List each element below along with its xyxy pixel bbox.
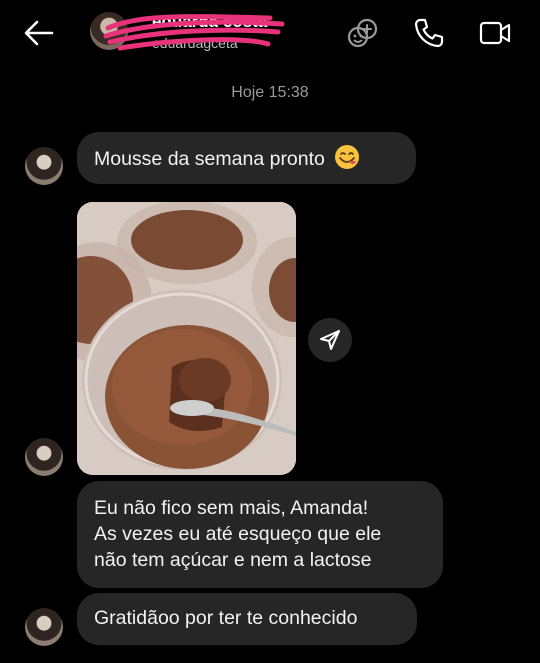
message-bubble[interactable]: Eu não fico sem mais, Amanda! As vezes e… bbox=[77, 481, 443, 588]
share-button[interactable] bbox=[308, 318, 352, 362]
message-text: Gratidãoo por ter te conhecido bbox=[94, 607, 358, 629]
message-bubble[interactable]: Gratidãoo por ter te conhecido bbox=[77, 593, 417, 645]
yum-face-emoji-icon bbox=[335, 145, 360, 169]
effects-icon[interactable] bbox=[346, 16, 380, 50]
arrow-left-icon[interactable] bbox=[22, 16, 56, 50]
video-camera-icon[interactable] bbox=[478, 16, 512, 50]
photo-message[interactable] bbox=[77, 202, 296, 475]
chat-header: eduarda costa eduardagceta bbox=[0, 0, 540, 70]
message-text-line: As vezes eu até esqueço que ele bbox=[94, 523, 382, 545]
conversation-timestamp: Hoje 15:38 bbox=[231, 84, 309, 101]
mousse-photo-image bbox=[77, 202, 296, 475]
contact-username[interactable]: eduarda costa bbox=[152, 12, 267, 32]
message-text-line: Eu não fico sem mais, Amanda! bbox=[94, 497, 369, 519]
send-icon bbox=[320, 330, 340, 350]
message-text-line: não tem açúcar e nem a lactose bbox=[94, 549, 372, 571]
message-text: Mousse da semana pronto bbox=[94, 148, 325, 170]
message-bubble[interactable]: Mousse da semana pronto bbox=[77, 132, 416, 184]
contact-avatar[interactable] bbox=[90, 12, 128, 50]
sender-avatar[interactable] bbox=[25, 608, 63, 646]
phone-icon[interactable] bbox=[412, 16, 446, 50]
contact-handle[interactable]: eduardagceta bbox=[152, 35, 238, 51]
sender-avatar[interactable] bbox=[25, 438, 63, 476]
sender-avatar[interactable] bbox=[25, 147, 63, 185]
